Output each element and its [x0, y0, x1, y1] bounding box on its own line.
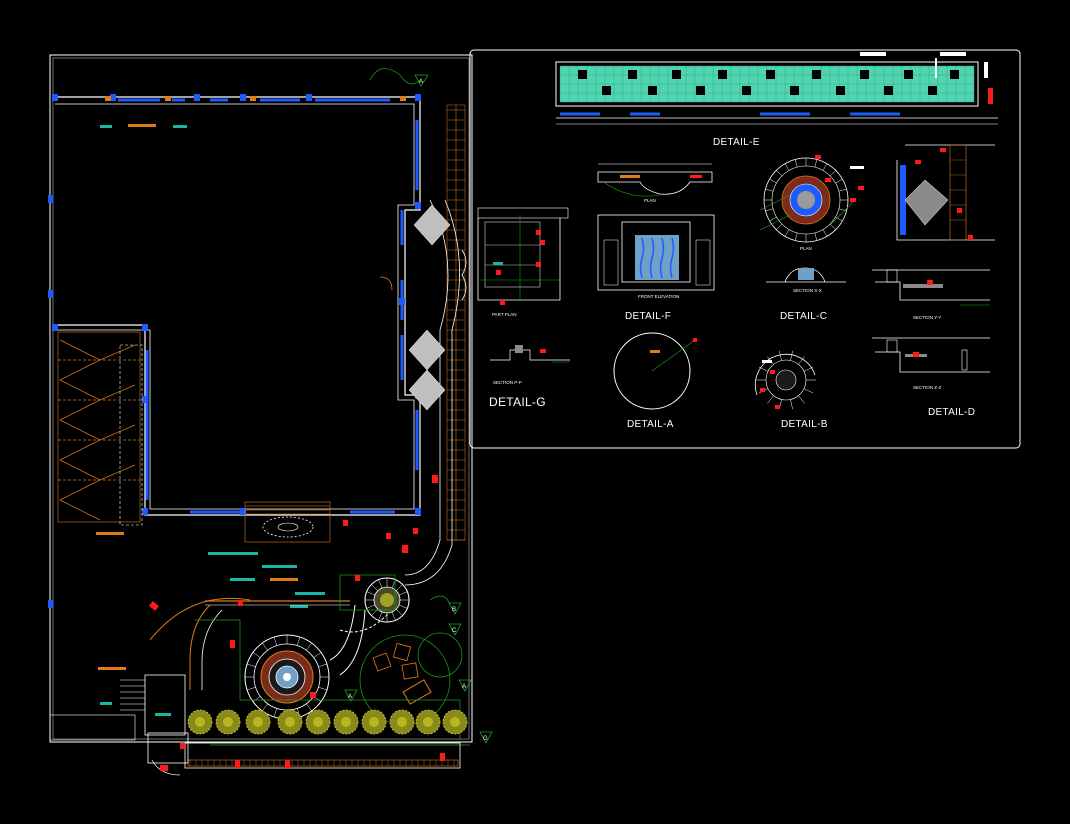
svg-text:C: C	[452, 628, 457, 634]
detail-c[interactable]: PLAN SECTION X-X DETAIL-C	[759, 155, 864, 322]
svg-text:B: B	[452, 607, 456, 613]
details-panel: DETAIL-E PLAN FRONT ELEVATION DETAIL-F P…	[461, 49, 1021, 449]
corner-detail[interactable]	[896, 144, 995, 241]
svg-text:A: A	[348, 694, 352, 700]
detail-a[interactable]: DETAIL-A	[613, 332, 697, 430]
svg-text:G: G	[483, 736, 488, 742]
svg-text:SECTION P-P: SECTION P-P	[493, 380, 522, 385]
svg-text:A: A	[419, 79, 423, 85]
detail-a-label: DETAIL-A	[627, 419, 674, 430]
svg-text:SECTION X-X: SECTION X-X	[793, 288, 822, 293]
svg-text:SECTION Y-Y: SECTION Y-Y	[913, 315, 941, 320]
building-walls	[48, 94, 421, 608]
marker-g[interactable]: G	[479, 731, 493, 744]
marker-c[interactable]: C	[448, 623, 462, 636]
paving-nodes	[408, 204, 451, 411]
detail-c-label: DETAIL-C	[780, 311, 827, 322]
site-boundary	[49, 54, 473, 743]
detail-g-label: DETAIL-G	[489, 395, 546, 409]
marker-a-bottom[interactable]: A	[344, 689, 358, 702]
detail-f[interactable]: PLAN FRONT ELEVATION DETAIL-F	[597, 163, 715, 322]
stair-hatch	[57, 331, 143, 526]
circular-plaza	[244, 634, 330, 720]
cad-drawing-canvas: A A B C A G DETAIL-E PLAN FRONT ELEVATIO…	[48, 49, 1021, 776]
svg-text:FRONT ELEVATION: FRONT ELEVATION	[638, 294, 679, 299]
round-seating	[364, 577, 410, 623]
detail-d[interactable]: SECTION Y-Y SECTION Z-Z DETAIL-D	[872, 269, 990, 418]
detail-e-label: DETAIL-E	[713, 137, 760, 148]
svg-text:A: A	[462, 684, 466, 690]
detail-g[interactable]: PART PLAN SECTION P-P DETAIL-G	[461, 207, 570, 409]
detail-b[interactable]: DETAIL-B	[754, 350, 828, 430]
annotation-notes	[96, 124, 325, 716]
marker-b[interactable]: B	[448, 602, 462, 615]
detail-b-label: DETAIL-B	[781, 419, 828, 430]
svg-text:PART PLAN: PART PLAN	[492, 312, 517, 317]
detail-e[interactable]: DETAIL-E	[555, 52, 998, 148]
svg-text:SECTION Z-Z: SECTION Z-Z	[913, 385, 941, 390]
marker-a-top[interactable]: A	[414, 74, 429, 87]
svg-text:PLAN: PLAN	[800, 246, 812, 251]
shrub-row	[187, 709, 468, 735]
svg-text:PLAN: PLAN	[644, 198, 656, 203]
detail-d-label: DETAIL-D	[928, 407, 975, 418]
side-stair	[49, 674, 186, 741]
entrance-oval	[244, 501, 331, 543]
door-swing	[379, 276, 393, 291]
site-plan: A A B C A G	[48, 54, 493, 776]
detail-f-label: DETAIL-F	[625, 311, 671, 322]
